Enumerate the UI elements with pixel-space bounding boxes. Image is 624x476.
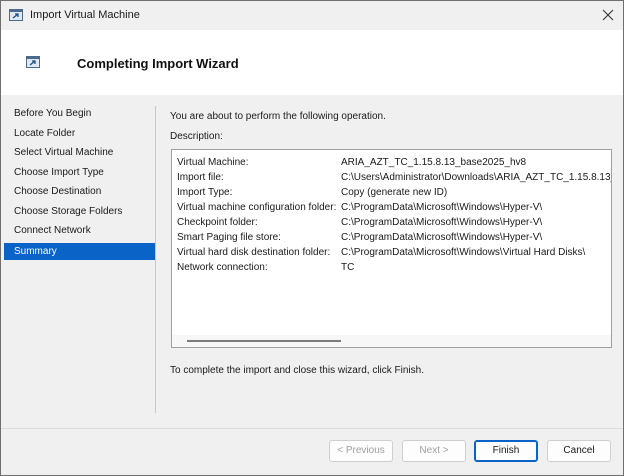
- summary-value: C:\Users\Administrator\Downloads\ARIA_AZ…: [341, 172, 612, 183]
- nav-divider: [155, 106, 156, 413]
- hyper-v-import-icon: [9, 9, 23, 21]
- close-icon: [602, 9, 614, 21]
- summary-row: Virtual machine configuration folder: C:…: [177, 201, 611, 214]
- summary-value: C:\ProgramData\Microsoft\Windows\Hyper-V…: [341, 232, 543, 243]
- next-button[interactable]: Next >: [402, 440, 466, 462]
- cancel-button[interactable]: Cancel: [547, 440, 611, 462]
- close-button[interactable]: [593, 1, 623, 30]
- summary-value: C:\ProgramData\Microsoft\Windows\Hyper-V…: [341, 202, 543, 213]
- step-select-virtual-machine[interactable]: Select Virtual Machine: [4, 144, 155, 161]
- summary-row: Import file: C:\Users\Administrator\Down…: [177, 171, 612, 184]
- summary-key: Smart Paging file store:: [177, 232, 281, 243]
- summary-row: Virtual Machine: ARIA_AZT_TC_1.15.8.13_b…: [177, 156, 611, 169]
- step-connect-network[interactable]: Connect Network: [4, 222, 155, 239]
- summary-key: Network connection:: [177, 262, 268, 273]
- summary-row: Import Type: Copy (generate new ID): [177, 186, 611, 199]
- summary-key: Virtual machine configuration folder:: [177, 202, 337, 213]
- horizontal-scrollbar[interactable]: [172, 335, 611, 347]
- summary-textbox[interactable]: Virtual Machine: ARIA_AZT_TC_1.15.8.13_b…: [171, 149, 612, 348]
- summary-row: Network connection: TC: [177, 261, 611, 274]
- wizard-header: Completing Import Wizard: [1, 30, 623, 95]
- summary-row: Virtual hard disk destination folder: C:…: [177, 246, 611, 259]
- summary-row: Checkpoint folder: C:\ProgramData\Micros…: [177, 216, 611, 229]
- intro-text: You are about to perform the following o…: [170, 111, 386, 122]
- import-vm-dialog: Import Virtual Machine Completing Import…: [0, 0, 624, 476]
- finish-instruction: To complete the import and close this wi…: [170, 365, 424, 376]
- page-title: Completing Import Wizard: [77, 56, 239, 71]
- previous-button[interactable]: < Previous: [329, 440, 393, 462]
- step-choose-import-type[interactable]: Choose Import Type: [4, 164, 155, 181]
- summary-value: TC: [341, 262, 355, 273]
- summary-key: Import file:: [177, 172, 224, 183]
- summary-key: Virtual hard disk destination folder:: [177, 247, 331, 258]
- summary-value: ARIA_AZT_TC_1.15.8.13_base2025_hv8: [341, 157, 527, 168]
- summary-key: Virtual Machine:: [177, 157, 249, 168]
- step-choose-destination[interactable]: Choose Destination: [4, 183, 155, 200]
- summary-row: Smart Paging file store: C:\ProgramData\…: [177, 231, 611, 244]
- step-choose-storage-folders[interactable]: Choose Storage Folders: [4, 203, 155, 220]
- footer-divider: [1, 428, 623, 429]
- title-bar: Import Virtual Machine: [1, 1, 623, 30]
- step-locate-folder[interactable]: Locate Folder: [4, 125, 155, 142]
- description-label: Description:: [170, 131, 223, 142]
- summary-value: C:\ProgramData\Microsoft\Windows\Virtual…: [341, 247, 586, 258]
- scrollbar-thumb[interactable]: [187, 340, 341, 342]
- wizard-icon: [26, 56, 40, 68]
- step-before-you-begin[interactable]: Before You Begin: [4, 105, 155, 122]
- summary-value: C:\ProgramData\Microsoft\Windows\Hyper-V…: [341, 217, 543, 228]
- summary-key: Import Type:: [177, 187, 233, 198]
- summary-key: Checkpoint folder:: [177, 217, 258, 228]
- step-summary[interactable]: Summary: [4, 243, 155, 260]
- finish-button[interactable]: Finish: [474, 440, 538, 462]
- summary-value: Copy (generate new ID): [341, 187, 448, 198]
- window-title: Import Virtual Machine: [30, 9, 140, 21]
